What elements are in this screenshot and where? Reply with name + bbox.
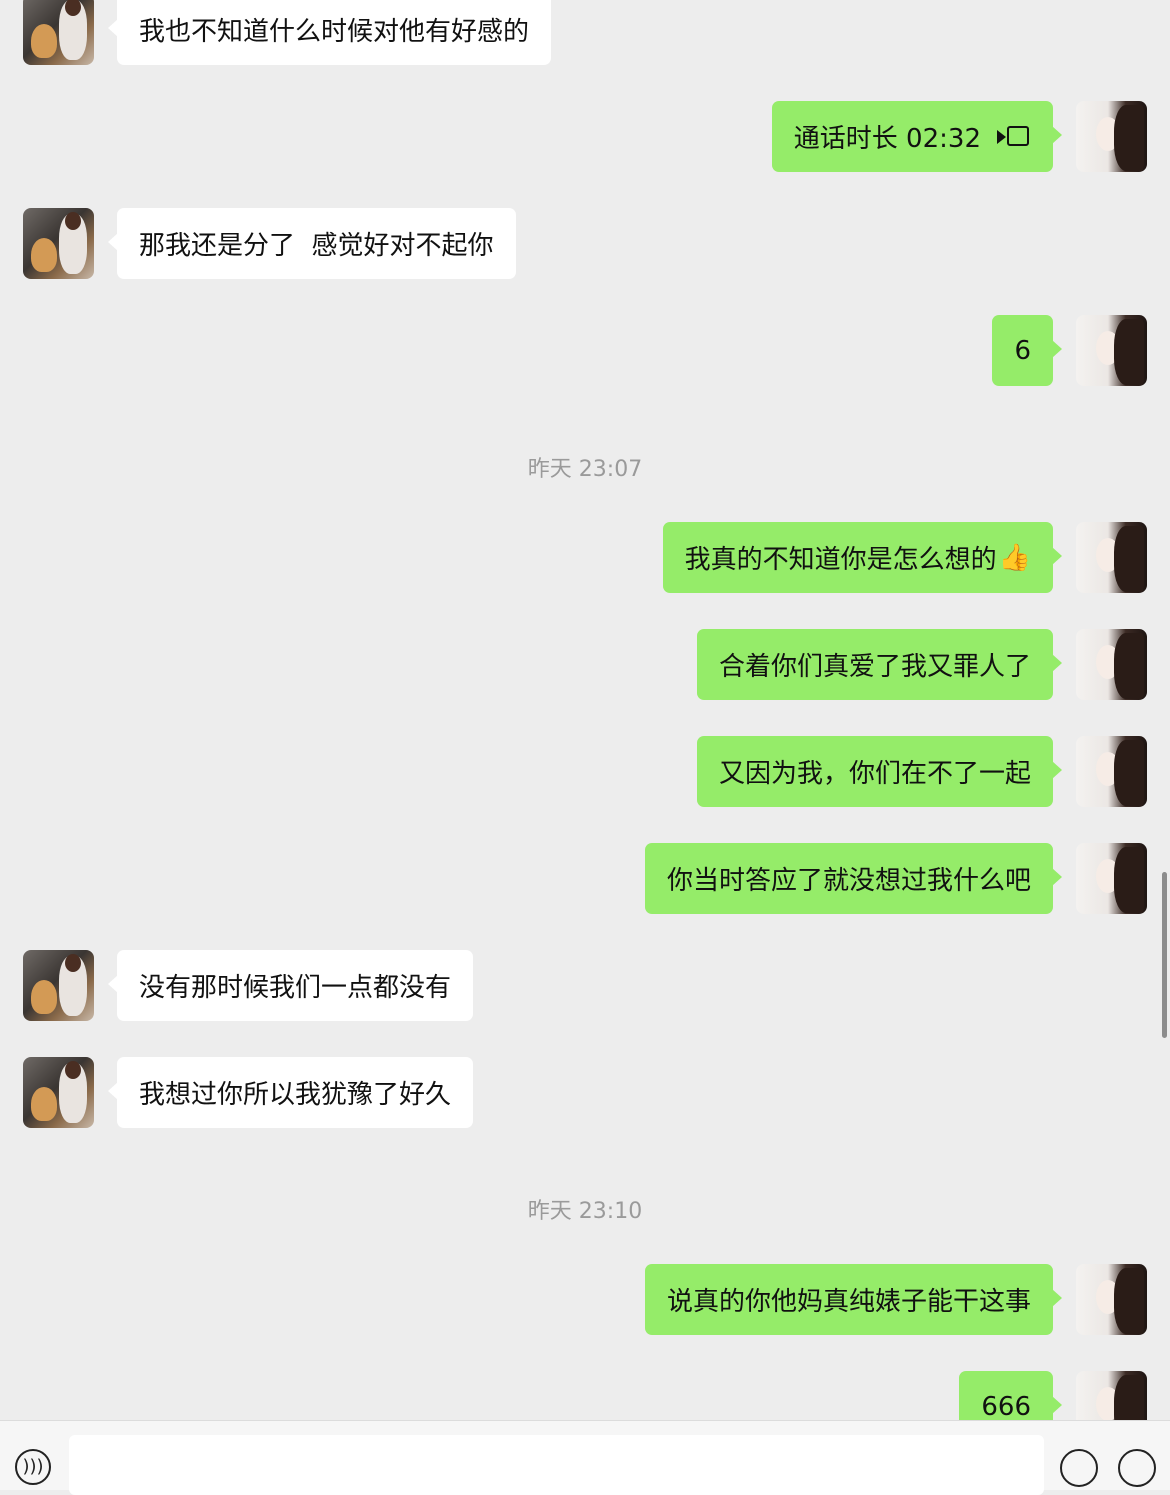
message-text: 通话时长 02:32	[793, 124, 981, 154]
sent-message-bubble[interactable]: 合着你们真爱了我又罪人了	[696, 629, 1063, 700]
message-row: 我也不知道什么时候对他有好感的	[23, 0, 583, 65]
message-text: 说真的你他妈真纯婊子能干这事	[666, 1287, 1031, 1317]
message-row: 又因为我，你们在不了一起	[647, 736, 1147, 807]
my-avatar[interactable]	[1076, 1264, 1147, 1335]
my-avatar[interactable]	[1076, 736, 1147, 807]
sent-message-bubble[interactable]: 6	[992, 315, 1062, 386]
message-row: 说真的你他妈真纯婊子能干这事	[587, 1264, 1147, 1335]
sent-message-bubble[interactable]: 666	[959, 1371, 1062, 1421]
message-text: 6	[1014, 335, 1031, 366]
message-row: 没有那时候我们一点都没有	[23, 950, 503, 1021]
message-text: 没有那时候我们一点都没有	[139, 973, 452, 1003]
chat-input-bar: )))	[0, 1420, 1170, 1495]
sent-message-bubble[interactable]: 你当时答应了就没想过我什么吧	[644, 843, 1063, 914]
message-row: 你当时答应了就没想过我什么吧	[587, 843, 1147, 914]
contact-avatar[interactable]	[23, 208, 94, 279]
my-avatar[interactable]	[1076, 315, 1147, 386]
message-row: 合着你们真爱了我又罪人了	[647, 629, 1147, 700]
thumbs-up-emoji: 👍	[998, 542, 1031, 573]
timestamp: 昨天 23:07	[527, 457, 643, 482]
message-row: 6	[947, 315, 1147, 386]
scrollbar[interactable]	[1162, 872, 1167, 1038]
voice-icon[interactable]: )))	[15, 1449, 51, 1485]
received-message-bubble[interactable]: 没有那时候我们一点都没有	[107, 950, 474, 1021]
message-row: 我想过你所以我犹豫了好久	[23, 1057, 503, 1128]
contact-avatar[interactable]	[23, 1057, 94, 1128]
sent-message-bubble[interactable]: 又因为我，你们在不了一起	[696, 736, 1063, 807]
sent-message-bubble[interactable]: 说真的你他妈真纯婊子能干这事	[644, 1264, 1063, 1335]
message-text: 合着你们真爱了我又罪人了	[718, 652, 1031, 682]
message-text: 那我还是分了 感觉好对不起你	[139, 231, 494, 261]
message-row: 那我还是分了 感觉好对不起你	[23, 208, 543, 279]
message-row: 通话时长 02:32	[747, 101, 1147, 172]
plus-icon[interactable]	[1118, 1449, 1156, 1487]
contact-avatar[interactable]	[23, 950, 94, 1021]
message-text: 我真的不知道你是怎么想的	[684, 545, 997, 575]
message-row: 666	[947, 1371, 1147, 1420]
received-message-bubble[interactable]: 我也不知道什么时候对他有好感的	[107, 0, 552, 65]
message-text: 你当时答应了就没想过我什么吧	[666, 866, 1031, 896]
timestamp: 昨天 23:10	[527, 1199, 643, 1224]
my-avatar[interactable]	[1076, 629, 1147, 700]
my-avatar[interactable]	[1076, 843, 1147, 914]
message-row: 我真的不知道你是怎么想的 👍	[627, 522, 1147, 593]
message-text: 我也不知道什么时候对他有好感的	[139, 17, 530, 47]
message-text: 666	[981, 1391, 1031, 1421]
message-text: 我想过你所以我犹豫了好久	[139, 1080, 452, 1110]
my-avatar[interactable]	[1076, 522, 1147, 593]
video-call-icon	[997, 125, 1031, 148]
message-text: 又因为我，你们在不了一起	[718, 759, 1031, 789]
my-avatar[interactable]	[1076, 101, 1147, 172]
my-avatar[interactable]	[1076, 1371, 1147, 1420]
received-message-bubble[interactable]: 那我还是分了 感觉好对不起你	[108, 208, 516, 279]
sent-message-bubble[interactable]: 我真的不知道你是怎么想的 👍	[662, 522, 1063, 593]
chat-message-list[interactable]: 我也不知道什么时候对他有好感的 通话时长 02:32 那我还是分了 感觉好对不起…	[0, 0, 1170, 1420]
message-input[interactable]	[69, 1435, 1044, 1495]
call-record-bubble[interactable]: 通话时长 02:32	[771, 101, 1063, 172]
received-message-bubble[interactable]: 我想过你所以我犹豫了好久	[107, 1057, 474, 1128]
contact-avatar[interactable]	[23, 0, 94, 65]
emoji-icon[interactable]	[1060, 1449, 1098, 1487]
